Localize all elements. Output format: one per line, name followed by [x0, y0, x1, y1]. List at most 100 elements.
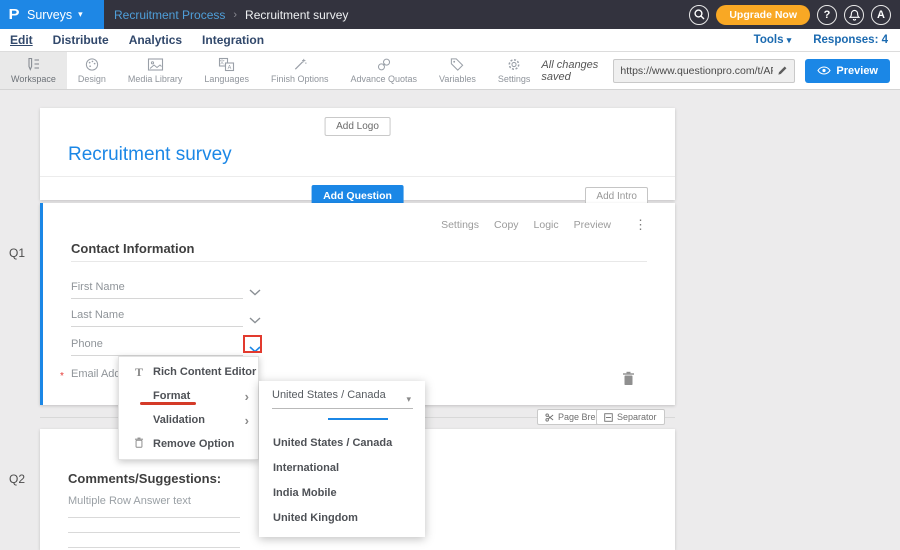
translate-icon: 文A	[218, 57, 235, 72]
magic-wand-icon	[292, 57, 308, 72]
question-logic-link[interactable]: Logic	[534, 219, 559, 231]
avatar-initial: A	[877, 9, 885, 21]
chevron-down-icon: ▾	[78, 9, 83, 20]
format-option-international[interactable]: International	[273, 462, 339, 474]
surveys-menu-label: Surveys	[27, 8, 72, 22]
trash-icon	[132, 437, 146, 451]
toolbar-media-library[interactable]: Media Library	[117, 52, 194, 89]
rich-text-icon: T	[132, 365, 146, 380]
tab-analytics[interactable]: Analytics	[129, 33, 182, 47]
palette-icon	[84, 57, 100, 72]
responses-link[interactable]: Responses: 4	[813, 34, 888, 46]
breadcrumb: Recruitment Process › Recruitment survey	[114, 8, 348, 22]
toolbar-finish-options[interactable]: Finish Options	[260, 52, 340, 89]
focus-underline	[328, 418, 388, 420]
survey-url[interactable]: https://www.questionpro.com/t/APNrFZ	[620, 65, 773, 77]
scissors-icon	[545, 413, 554, 422]
format-option-us-canada[interactable]: United States / Canada	[273, 437, 392, 449]
breadcrumb-current: Recruitment survey	[245, 8, 348, 22]
survey-header-card: Add Logo Recruitment survey Add Question…	[40, 108, 675, 200]
add-logo-button[interactable]: Add Logo	[324, 117, 391, 136]
separator-icon	[604, 413, 613, 422]
question-preview-link[interactable]: Preview	[574, 219, 611, 231]
questionpro-logo-icon: P	[8, 7, 19, 22]
search-button[interactable]	[689, 5, 709, 25]
section-nav-right: Tools ▾ Responses: 4	[754, 34, 900, 46]
menu-item-rich-content-editor[interactable]: T Rich Content Editor	[119, 360, 258, 384]
field-first-name[interactable]: First Name	[71, 281, 243, 299]
upgrade-now-button[interactable]: Upgrade Now	[716, 5, 810, 25]
account-avatar[interactable]: A	[871, 5, 891, 25]
menu-item-validation[interactable]: Validation ›	[119, 408, 258, 432]
tab-distribute[interactable]: Distribute	[53, 33, 109, 47]
menu-item-format[interactable]: Format ›	[119, 384, 258, 408]
notifications-button[interactable]	[844, 5, 864, 25]
chevron-right-icon: ›	[245, 390, 249, 403]
toolbar-workspace[interactable]: Workspace	[0, 52, 67, 89]
search-icon	[694, 9, 705, 20]
format-option-india-mobile[interactable]: India Mobile	[273, 487, 337, 499]
field-last-name[interactable]: Last Name	[71, 309, 243, 327]
format-submenu: United States / Canada ▾ United States /…	[259, 381, 425, 537]
preview-button[interactable]: Preview	[805, 59, 890, 83]
top-bar: P Surveys ▾ Recruitment Process › Recrui…	[0, 0, 900, 29]
question-2-title[interactable]: Comments/Suggestions:	[68, 471, 221, 486]
survey-title[interactable]: Recruitment survey	[68, 144, 232, 166]
q1-label: Q1	[9, 246, 25, 260]
survey-header-actions: Add Question Add Intro	[40, 176, 675, 200]
toolbar-variables[interactable]: Variables	[428, 52, 487, 89]
chevron-down-icon: ▾	[787, 35, 792, 45]
gear-icon	[506, 57, 522, 72]
topbar-actions: Upgrade Now ? A	[689, 5, 900, 25]
toolbar-advance-quotas[interactable]: Advance Quotas	[339, 52, 428, 89]
row-options-menu: T Rich Content Editor Format › Validatio…	[118, 356, 259, 460]
eye-icon	[817, 66, 831, 75]
image-icon	[147, 57, 164, 72]
help-button[interactable]: ?	[817, 5, 837, 25]
toolbar-design[interactable]: Design	[67, 52, 117, 89]
required-asterisk: *	[60, 371, 64, 382]
section-nav: Edit Distribute Analytics Integration To…	[0, 29, 900, 52]
breadcrumb-parent[interactable]: Recruitment Process	[114, 8, 225, 22]
answer-line[interactable]	[68, 532, 240, 533]
svg-text:文: 文	[219, 58, 225, 66]
tools-menu[interactable]: Tools ▾	[754, 34, 792, 46]
question-copy-link[interactable]: Copy	[494, 219, 519, 231]
separator-button[interactable]: Separator	[596, 409, 665, 425]
question-actions: Settings Copy Logic Preview ⋮	[441, 218, 647, 231]
question-mark-icon: ?	[824, 9, 831, 21]
breadcrumb-separator: ›	[233, 9, 237, 21]
toolbar-languages[interactable]: 文A Languages	[193, 52, 260, 89]
answer-line[interactable]	[68, 547, 240, 548]
survey-url-box[interactable]: https://www.questionpro.com/t/APNrFZ	[613, 59, 795, 83]
tab-integration[interactable]: Integration	[202, 33, 264, 47]
chevron-down-icon[interactable]	[249, 311, 261, 329]
questionpro-survey-editor: P Surveys ▾ Recruitment Process › Recrui…	[0, 0, 900, 550]
section-tabs: Edit Distribute Analytics Integration	[0, 33, 264, 47]
question-settings-link[interactable]: Settings	[441, 219, 479, 231]
bell-icon	[849, 9, 860, 21]
chevron-down-icon: ▾	[406, 394, 411, 405]
delete-question-button[interactable]	[622, 371, 635, 391]
chevron-down-icon[interactable]	[249, 283, 261, 301]
multi-row-answer-placeholder[interactable]: Multiple Row Answer text	[68, 495, 191, 507]
format-select[interactable]: United States / Canada ▾	[272, 389, 413, 409]
format-option-united-kingdom[interactable]: United Kingdom	[273, 512, 358, 524]
divider	[71, 261, 647, 262]
save-status: All changes saved	[541, 59, 603, 83]
surveys-menu[interactable]: P Surveys ▾	[0, 0, 104, 29]
answer-line[interactable]	[68, 517, 240, 518]
chain-links-icon	[376, 57, 392, 72]
field-phone[interactable]: Phone	[71, 338, 243, 356]
editor-toolbar: Workspace Design Media Library 文A Langua…	[0, 52, 900, 90]
pencil-icon[interactable]	[777, 65, 788, 76]
tag-icon	[449, 57, 465, 72]
question-1-title[interactable]: Contact Information	[71, 241, 195, 256]
svg-text:A: A	[228, 65, 232, 71]
chevron-right-icon: ›	[245, 414, 249, 427]
kebab-menu-icon[interactable]: ⋮	[634, 218, 647, 231]
toolbar-settings[interactable]: Settings	[487, 52, 542, 89]
trash-icon	[622, 371, 635, 386]
tab-edit[interactable]: Edit	[10, 33, 33, 47]
menu-item-remove-option[interactable]: Remove Option	[119, 432, 258, 456]
